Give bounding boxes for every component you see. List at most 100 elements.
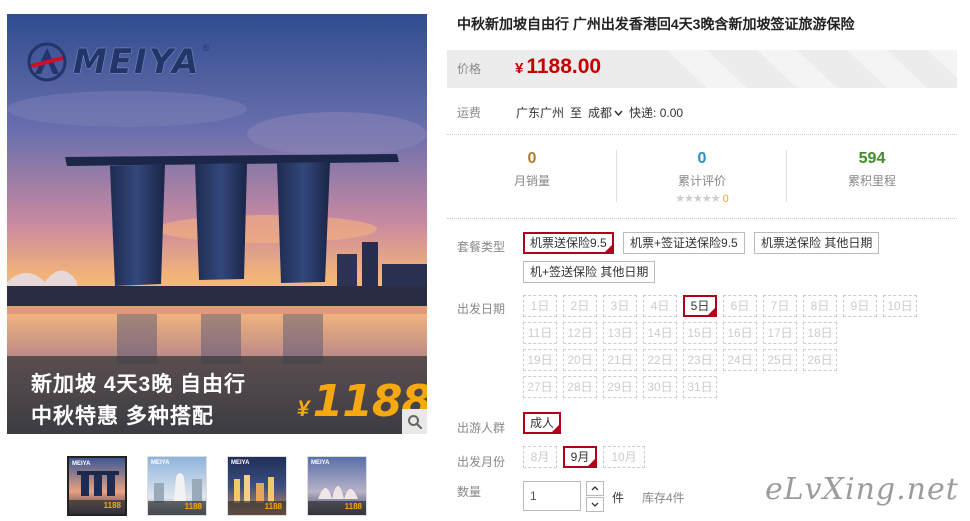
promo-banner: 新加坡 4天3晚 自由行 中秋特惠 多种搭配 ¥ 1188 起 bbox=[7, 356, 427, 434]
thumbnail-logo: MEIYA bbox=[231, 460, 250, 466]
product-title: 中秋新加坡自由行 广州出发香港回4天3晚含新加坡签证旅游保险 bbox=[457, 16, 855, 32]
stat-monthly-sales: 0 月销量 bbox=[447, 150, 617, 189]
chevron-down-icon bbox=[614, 110, 623, 116]
thumbnail-bar: 1188 bbox=[69, 500, 125, 514]
divider bbox=[447, 218, 957, 219]
departure-date-option[interactable]: 27日 bbox=[523, 376, 557, 398]
quantity-unit: 件 bbox=[612, 491, 625, 505]
freight-method: 快递: 0.00 bbox=[629, 106, 684, 120]
zoom-button[interactable] bbox=[402, 409, 427, 434]
meiya-logo: MEIYA ® bbox=[25, 42, 209, 82]
stock-text: 库存4件 bbox=[642, 491, 685, 505]
banner-currency: ¥ bbox=[297, 396, 310, 421]
price-box: 价格 ¥1188.00 bbox=[447, 50, 957, 88]
departure-date-option[interactable]: 15日 bbox=[683, 322, 717, 344]
departure-date-option[interactable]: 19日 bbox=[523, 349, 557, 371]
traveler-option-adult[interactable]: 成人 bbox=[523, 412, 562, 434]
month-label: 出发月份 bbox=[457, 455, 506, 469]
departure-date-option[interactable]: 8日 bbox=[803, 295, 837, 317]
chevron-down-icon bbox=[591, 502, 599, 507]
thumbnail-price: 1188 bbox=[184, 502, 202, 511]
package-option-1[interactable]: 机票送保险9.5 bbox=[523, 232, 614, 254]
logo-text: MEIYA bbox=[73, 42, 201, 82]
thumbnail-price: 1188 bbox=[264, 502, 282, 511]
banner-headline: 新加坡 4天3晚 自由行 bbox=[31, 373, 247, 396]
departure-date-option[interactable]: 24日 bbox=[723, 349, 757, 371]
stat-reviews-label: 累计评价 bbox=[677, 174, 726, 188]
thumbnail-4[interactable]: MEIYA 1188 bbox=[307, 456, 367, 516]
stat-mileage-value: 594 bbox=[858, 150, 886, 167]
thumbnail-1[interactable]: MEIYA 1188 bbox=[67, 456, 127, 516]
departure-date-option[interactable]: 17日 bbox=[763, 322, 797, 344]
departure-date-option[interactable]: 9日 bbox=[843, 295, 877, 317]
thumbnail-logo: MEIYA bbox=[311, 460, 330, 466]
rating-stars: ★★★★★ 0 bbox=[617, 191, 787, 205]
package-option-4[interactable]: 机+签送保险 其他日期 bbox=[523, 261, 656, 283]
stat-reviews[interactable]: 0 累计评价 ★★★★★ 0 bbox=[617, 150, 787, 205]
price-value: ¥1188.00 bbox=[515, 55, 601, 79]
departure-date-option[interactable]: 29日 bbox=[603, 376, 637, 398]
departure-date-option[interactable]: 4日 bbox=[643, 295, 677, 317]
main-product-image[interactable]: MEIYA ® 新加坡 4天3晚 自由行 中秋特惠 多种搭配 ¥ 1188 起 bbox=[7, 14, 427, 434]
quantity-increment-button[interactable] bbox=[586, 481, 604, 496]
departure-date-option[interactable]: 18日 bbox=[803, 322, 837, 344]
stat-mileage: 594 累积里程 bbox=[787, 150, 957, 189]
departure-date-option[interactable]: 12日 bbox=[563, 322, 597, 344]
divider bbox=[447, 134, 957, 135]
departure-date-option[interactable]: 13日 bbox=[603, 322, 637, 344]
freight-destination: 成都 bbox=[588, 106, 613, 120]
traveler-label: 出游人群 bbox=[457, 421, 506, 435]
freight-info: 广东广州 至 成都 快递: 0.00 bbox=[516, 104, 683, 121]
package-option-3[interactable]: 机票送保险 其他日期 bbox=[754, 232, 880, 254]
departure-date-option[interactable]: 20日 bbox=[563, 349, 597, 371]
price-amount: 1188.00 bbox=[526, 55, 602, 78]
departure-date-option[interactable]: 7日 bbox=[763, 295, 797, 317]
freight-from: 广东广州 bbox=[516, 106, 565, 120]
departure-date-option[interactable]: 23日 bbox=[683, 349, 717, 371]
departure-date-option[interactable]: 3日 bbox=[603, 295, 637, 317]
departure-date-option[interactable]: 14日 bbox=[643, 322, 677, 344]
price-label: 价格 bbox=[457, 62, 482, 76]
thumbnail-price: 1188 bbox=[344, 502, 362, 511]
thumbnail-2[interactable]: MEIYA 1188 bbox=[147, 456, 207, 516]
star-icons: ★★★★★ bbox=[675, 193, 720, 205]
thumbnail-bar: 1188 bbox=[308, 501, 366, 515]
departure-date-option[interactable]: 25日 bbox=[763, 349, 797, 371]
month-option-aug[interactable]: 8月 bbox=[523, 446, 557, 468]
package-option-2[interactable]: 机票+签证送保险9.5 bbox=[623, 232, 745, 254]
site-watermark: eLvXing.net bbox=[765, 472, 959, 507]
thumbnail-strip: MEIYA 1188 MEIYA 1188 MEIYA 1188 MEIYA 1… bbox=[67, 456, 367, 516]
price-currency: ¥ bbox=[515, 60, 524, 77]
logo-registered-mark: ® bbox=[202, 43, 210, 53]
departure-date-option[interactable]: 21日 bbox=[603, 349, 637, 371]
departure-date-option[interactable]: 28日 bbox=[563, 376, 597, 398]
rating-count: 0 bbox=[722, 193, 729, 205]
thumbnail-logo: MEIYA bbox=[72, 461, 91, 467]
departure-label: 出发日期 bbox=[457, 302, 506, 316]
freight-to-word: 至 bbox=[570, 106, 583, 120]
thumbnail-logo: MEIYA bbox=[151, 460, 170, 466]
chevron-up-icon bbox=[591, 486, 599, 491]
departure-date-option[interactable]: 16日 bbox=[723, 322, 757, 344]
departure-date-option[interactable]: 22日 bbox=[643, 349, 677, 371]
departure-date-option[interactable]: 5日 bbox=[683, 295, 717, 317]
thumbnail-bar: 1188 bbox=[228, 501, 286, 515]
stat-monthly-sales-value: 0 bbox=[527, 150, 537, 167]
freight-destination-select[interactable]: 成都 bbox=[588, 104, 623, 121]
month-option-sep[interactable]: 9月 bbox=[563, 446, 597, 468]
departure-date-option[interactable]: 11日 bbox=[523, 322, 557, 344]
departure-date-option[interactable]: 31日 bbox=[683, 376, 717, 398]
magnifier-icon bbox=[407, 414, 422, 429]
departure-date-option[interactable]: 10日 bbox=[883, 295, 917, 317]
quantity-decrement-button[interactable] bbox=[586, 497, 604, 512]
quantity-input[interactable] bbox=[523, 481, 581, 511]
month-option-oct[interactable]: 10月 bbox=[603, 446, 645, 468]
freight-label: 运费 bbox=[457, 106, 482, 120]
departure-date-option[interactable]: 26日 bbox=[803, 349, 837, 371]
departure-date-option[interactable]: 1日 bbox=[523, 295, 557, 317]
quantity-label: 数量 bbox=[457, 485, 482, 499]
departure-date-option[interactable]: 6日 bbox=[723, 295, 757, 317]
thumbnail-3[interactable]: MEIYA 1188 bbox=[227, 456, 287, 516]
departure-date-option[interactable]: 30日 bbox=[643, 376, 677, 398]
departure-date-option[interactable]: 2日 bbox=[563, 295, 597, 317]
